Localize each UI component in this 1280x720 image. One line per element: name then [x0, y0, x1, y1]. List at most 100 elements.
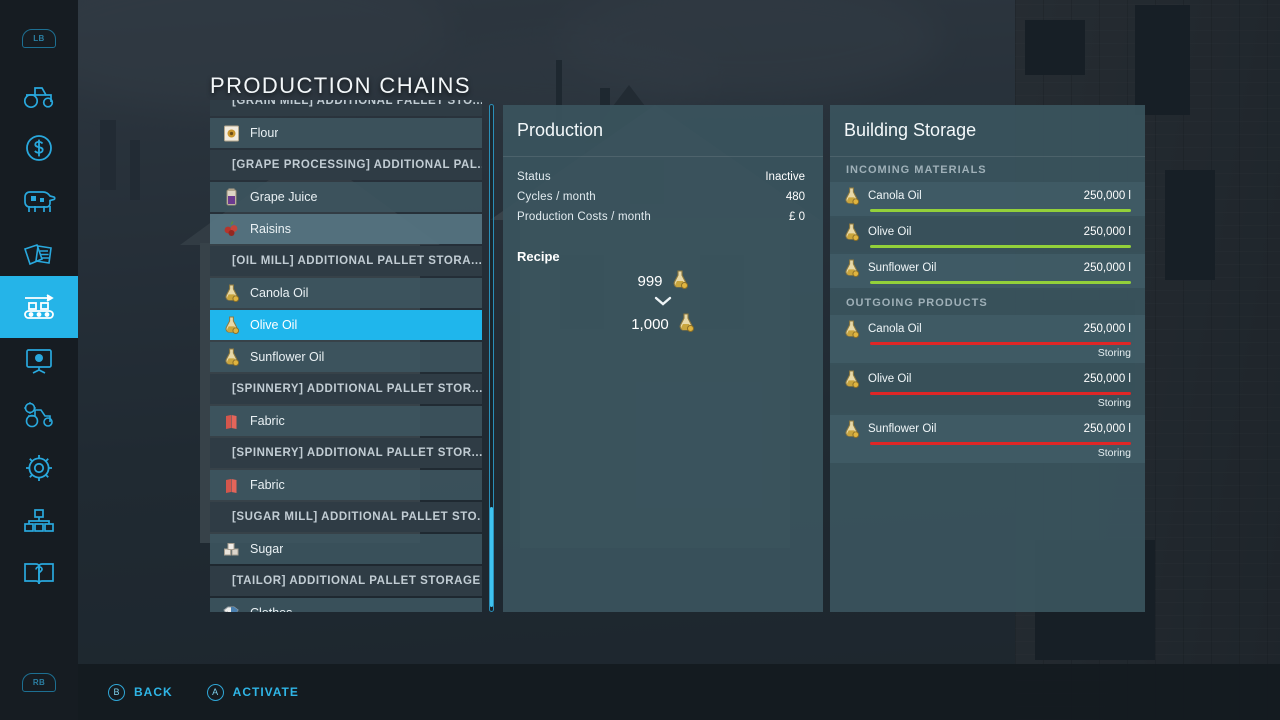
oil-bottle-icon: [671, 270, 689, 293]
sidebar-item-vehicle-settings[interactable]: [0, 388, 78, 442]
scrollbar-thumb[interactable]: [490, 507, 493, 607]
oil-bottle-icon: [842, 320, 860, 338]
recipe-heading: Recipe: [517, 249, 560, 264]
sidebar-item-help[interactable]: [0, 547, 78, 601]
list-scrollbar[interactable]: [489, 104, 494, 612]
list-group-header: [GRAPE PROCESSING] ADDITIONAL PAL...: [210, 150, 482, 180]
back-button[interactable]: B BACK: [108, 683, 173, 701]
storage-item-name: Canola Oil: [868, 190, 922, 202]
recipe-input-amount: 999: [637, 273, 663, 290]
storage-item-amount: 250,000 l: [1083, 323, 1131, 335]
gear-icon: [24, 453, 54, 483]
production-list[interactable]: [GRAIN MILL] ADDITIONAL PALLET STO... Flo…: [210, 100, 482, 612]
shoulder-lb-label: LB: [22, 28, 56, 48]
storage-fill-bar: [870, 442, 1131, 445]
list-item-label: Canola Oil: [250, 286, 309, 300]
shoulder-button-lb[interactable]: LB: [0, 18, 78, 58]
list-item[interactable]: Olive Oil: [210, 310, 482, 340]
production-stat-row: Production Costs / month £ 0: [503, 207, 823, 227]
production-panel-title: Production: [503, 105, 823, 157]
tractor-settings-icon: [21, 401, 57, 429]
sidebar-item-contracts[interactable]: [0, 227, 78, 281]
list-group-header: [GRAIN MILL] ADDITIONAL PALLET STO...: [210, 100, 482, 116]
list-item[interactable]: Flour: [210, 118, 482, 148]
clothes-icon: [222, 604, 240, 612]
list-group-header: [SPINNERY] ADDITIONAL PALLET STOR...: [210, 438, 482, 468]
incoming-materials-label: INCOMING MATERIALS: [846, 164, 987, 176]
documents-icon: [22, 241, 56, 267]
production-chain-icon: [20, 292, 58, 322]
list-group-header: [SUGAR MILL] ADDITIONAL PALLET STO.: [210, 502, 482, 532]
production-stat-value: 480: [785, 191, 805, 203]
list-group-header-label: [SPINNERY] ADDITIONAL PALLET STOR...: [232, 383, 482, 395]
storage-item-amount: 250,000 l: [1083, 423, 1131, 435]
production-panel: Production Status Inactive Cycles / month 4…: [503, 105, 823, 612]
list-item-label: Olive Oil: [250, 318, 298, 332]
dollar-coin-icon: [24, 133, 54, 163]
list-item-label: Grape Juice: [250, 190, 318, 204]
list-group-header: [SPINNERY] ADDITIONAL PALLET STOR...: [210, 374, 482, 404]
shoulder-rb-label: RB: [22, 672, 56, 692]
list-item-label: Sugar: [250, 542, 284, 556]
network-nodes-icon: [23, 508, 55, 534]
production-stat-value: £ 0: [789, 211, 805, 223]
storage-item-amount: 250,000 l: [1083, 190, 1131, 202]
storage-fill-bar: [870, 281, 1131, 284]
list-group-header-label: [GRAIN MILL] ADDITIONAL PALLET STO...: [232, 100, 482, 107]
storage-item-name: Canola Oil: [868, 323, 922, 335]
storage-row: Sunflower Oil 250,000 l: [830, 254, 1145, 288]
production-stat-key: Production Costs / month: [517, 211, 651, 223]
recipe-output-amount: 1,000: [631, 316, 669, 333]
storage-fill-bar: [870, 342, 1131, 345]
sidebar-item-game-settings[interactable]: [0, 441, 78, 495]
list-item-label: Sunflower Oil: [250, 350, 325, 364]
list-item[interactable]: Clothes: [210, 598, 482, 612]
list-item[interactable]: Grape Juice: [210, 182, 482, 212]
sidebar-item-gallery[interactable]: [0, 334, 78, 388]
storage-item-name: Olive Oil: [868, 373, 912, 385]
oil-bottle-icon: [842, 187, 860, 205]
production-stat-value: Inactive: [765, 171, 805, 183]
sugar-icon: [222, 540, 240, 558]
sidebar-item-vehicles[interactable]: [0, 69, 78, 123]
storage-item-amount: 250,000 l: [1083, 262, 1131, 274]
list-item[interactable]: Raisins: [210, 214, 482, 244]
production-stat-row: Status Inactive: [503, 167, 823, 187]
activate-button-label: ACTIVATE: [232, 685, 299, 699]
list-item-label: Flour: [250, 126, 279, 140]
sidebar-item-multiplayer[interactable]: [0, 494, 78, 548]
storage-item-name: Sunflower Oil: [868, 423, 937, 435]
sidebar-item-animals[interactable]: [0, 174, 78, 228]
left-sidebar: LB RB: [0, 0, 78, 720]
list-group-header-label: [OIL MILL] ADDITIONAL PALLET STORA...: [232, 255, 482, 267]
recipe-output: 1,000: [503, 313, 823, 336]
help-book-icon: [22, 560, 56, 588]
list-item[interactable]: Canola Oil: [210, 278, 482, 308]
oil-bottle-icon: [842, 223, 860, 241]
list-item[interactable]: Sugar: [210, 534, 482, 564]
storage-item-state: Storing: [1097, 397, 1131, 409]
production-stats: Status Inactive Cycles / month 480 Productio…: [503, 157, 823, 227]
list-item-label: Raisins: [250, 222, 291, 236]
list-item-label: Fabric: [250, 414, 285, 428]
list-item[interactable]: Sunflower Oil: [210, 342, 482, 372]
flour-icon: [222, 124, 240, 142]
shoulder-button-rb[interactable]: RB: [0, 662, 78, 702]
sidebar-item-finances[interactable]: [0, 121, 78, 175]
sidebar-item-production-chains[interactable]: [0, 276, 78, 338]
footer-hint-bar: B BACK A ACTIVATE: [78, 664, 1280, 720]
picture-frame-icon: [23, 347, 55, 375]
list-group-header-label: [TAILOR] ADDITIONAL PALLET STORAGE: [232, 575, 481, 587]
gamepad-b-icon: B: [108, 683, 125, 701]
production-stat-key: Status: [517, 171, 551, 183]
storage-panel-title: Building Storage: [830, 105, 1145, 157]
list-group-header: [OIL MILL] ADDITIONAL PALLET STORA...: [210, 246, 482, 276]
list-item[interactable]: Fabric: [210, 406, 482, 436]
list-item[interactable]: Fabric: [210, 470, 482, 500]
storage-row: Olive Oil 250,000 l: [830, 218, 1145, 252]
storage-item-state: Storing: [1097, 347, 1131, 359]
outgoing-products-list: Canola Oil 250,000 l Storing Olive Oil 250,0…: [830, 315, 1145, 463]
grape-juice-icon: [222, 188, 240, 206]
storage-row: Olive Oil 250,000 l Storing: [830, 365, 1145, 413]
activate-button[interactable]: A ACTIVATE: [206, 683, 299, 701]
